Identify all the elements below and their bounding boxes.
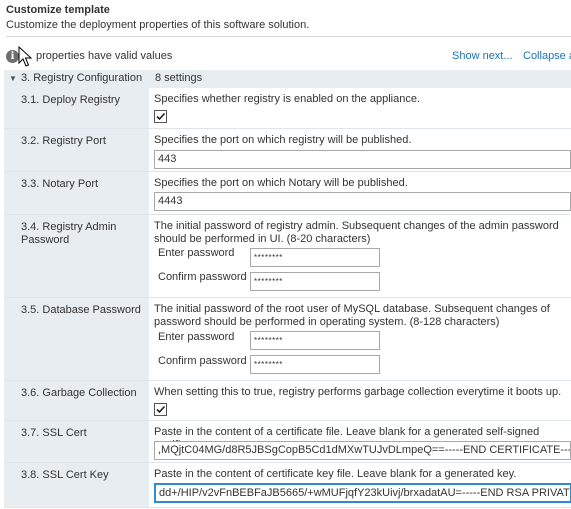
ssl-cert-key-input[interactable]: dd+/HIP/v2vFnBEBFaJB5665/+wMUFjqfY23kUiv… (154, 483, 571, 503)
setting-row-deploy-registry: 3.1. Deploy Registry Specifies whether r… (4, 88, 571, 129)
setting-label-cell: 3.2. Registry Port (4, 129, 149, 171)
setting-label: 3.2. Registry Port (21, 135, 106, 147)
setting-row-ssl-cert: 3.7. SSL Cert Paste in the content of a … (4, 421, 571, 463)
setting-row-registry-port: 3.2. Registry Port Specifies the port on… (4, 129, 571, 172)
setting-label-cell: 3.4. Registry Admin Password (4, 215, 149, 297)
setting-label-cell: 3.5. Database Password (4, 298, 149, 380)
group-setting-count: 8 settings (155, 72, 203, 84)
deploy-registry-checkbox[interactable] (154, 110, 167, 123)
collapse-all-link[interactable]: Collapse a (523, 50, 571, 63)
validation-message: properties have valid values (36, 50, 173, 62)
setting-description: Specifies whether registry is enabled on… (154, 93, 420, 105)
show-next-link[interactable]: Show next... (452, 50, 513, 63)
setting-row-ssl-cert-key: 3.8. SSL Cert Key Paste in the content o… (4, 463, 571, 508)
registry-port-input[interactable]: 443 (154, 150, 571, 169)
setting-row-garbage-collection: 3.6. Garbage Collection When setting thi… (4, 381, 571, 421)
confirm-password-label: Confirm password (158, 355, 247, 367)
setting-label-cell: 3.6. Garbage Collection (4, 381, 149, 420)
setting-description: Specifies the port on which Notary will … (154, 177, 408, 189)
ssl-cert-input[interactable]: ,MQjtC04MG/d8R5JBSgCopB5Cd1dMXwTUJvDLmpe… (154, 441, 571, 460)
validation-status-bar: i properties have valid values Show next… (0, 46, 571, 67)
setting-label: 3.7. SSL Cert (21, 427, 87, 439)
caret-down-icon[interactable]: ▼ (9, 74, 17, 84)
header-divider (6, 36, 571, 37)
setting-description: Specifies the port on which registry wil… (154, 134, 412, 146)
garbage-collection-checkbox[interactable] (154, 403, 167, 416)
setting-description: The initial password of registry admin. … (154, 220, 559, 245)
setting-label: 3.5. Database Password (21, 304, 141, 316)
confirm-password-label: Confirm password (158, 271, 247, 283)
setting-label: 3.3. Notary Port (21, 178, 99, 190)
setting-label: 3.4. Registry Admin Password (21, 221, 117, 246)
setting-row-notary-port: 3.3. Notary Port Specifies the port on w… (4, 172, 571, 215)
enter-password-label: Enter password (158, 247, 235, 259)
setting-label: 3.6. Garbage Collection (21, 387, 137, 399)
setting-label-cell: 3.3. Notary Port (4, 172, 149, 214)
enter-password-label: Enter password (158, 331, 235, 343)
setting-label: 3.8. SSL Cert Key (21, 469, 109, 481)
setting-description: When setting this to true, registry perf… (154, 386, 562, 398)
setting-label-cell: 3.7. SSL Cert (4, 421, 149, 462)
checkmark-icon (156, 112, 166, 121)
admin-password-input[interactable]: ******** (250, 248, 380, 267)
setting-label-cell: 3.8. SSL Cert Key (4, 463, 149, 507)
properties-table: ▼ 3. Registry Configuration 8 settings 3… (4, 70, 571, 509)
admin-password-confirm-input[interactable]: ******** (250, 272, 380, 291)
setting-description: The initial password of the root user of… (154, 303, 550, 328)
checkmark-icon (156, 405, 166, 414)
setting-label: 3.1. Deploy Registry (21, 94, 121, 106)
page-description: Customize the deployment properties of t… (6, 19, 310, 31)
template-header: Customize template Customize the deploym… (6, 3, 571, 37)
mouse-pointer-icon (18, 46, 32, 67)
setting-label-cell: 3.1. Deploy Registry (4, 88, 149, 128)
setting-row-database-password: 3.5. Database Password The initial passw… (4, 298, 571, 381)
setting-row-registry-admin-password: 3.4. Registry Admin Password The initial… (4, 215, 571, 298)
database-password-input[interactable]: ******** (250, 331, 380, 350)
setting-description: Paste in the content of certificate key … (154, 468, 517, 480)
database-password-confirm-input[interactable]: ******** (250, 355, 380, 374)
group-label: 3. Registry Configuration (21, 72, 143, 84)
group-header-registry-configuration[interactable]: ▼ 3. Registry Configuration 8 settings (4, 70, 571, 88)
page-title: Customize template (6, 4, 110, 16)
notary-port-input[interactable]: 4443 (154, 192, 571, 211)
